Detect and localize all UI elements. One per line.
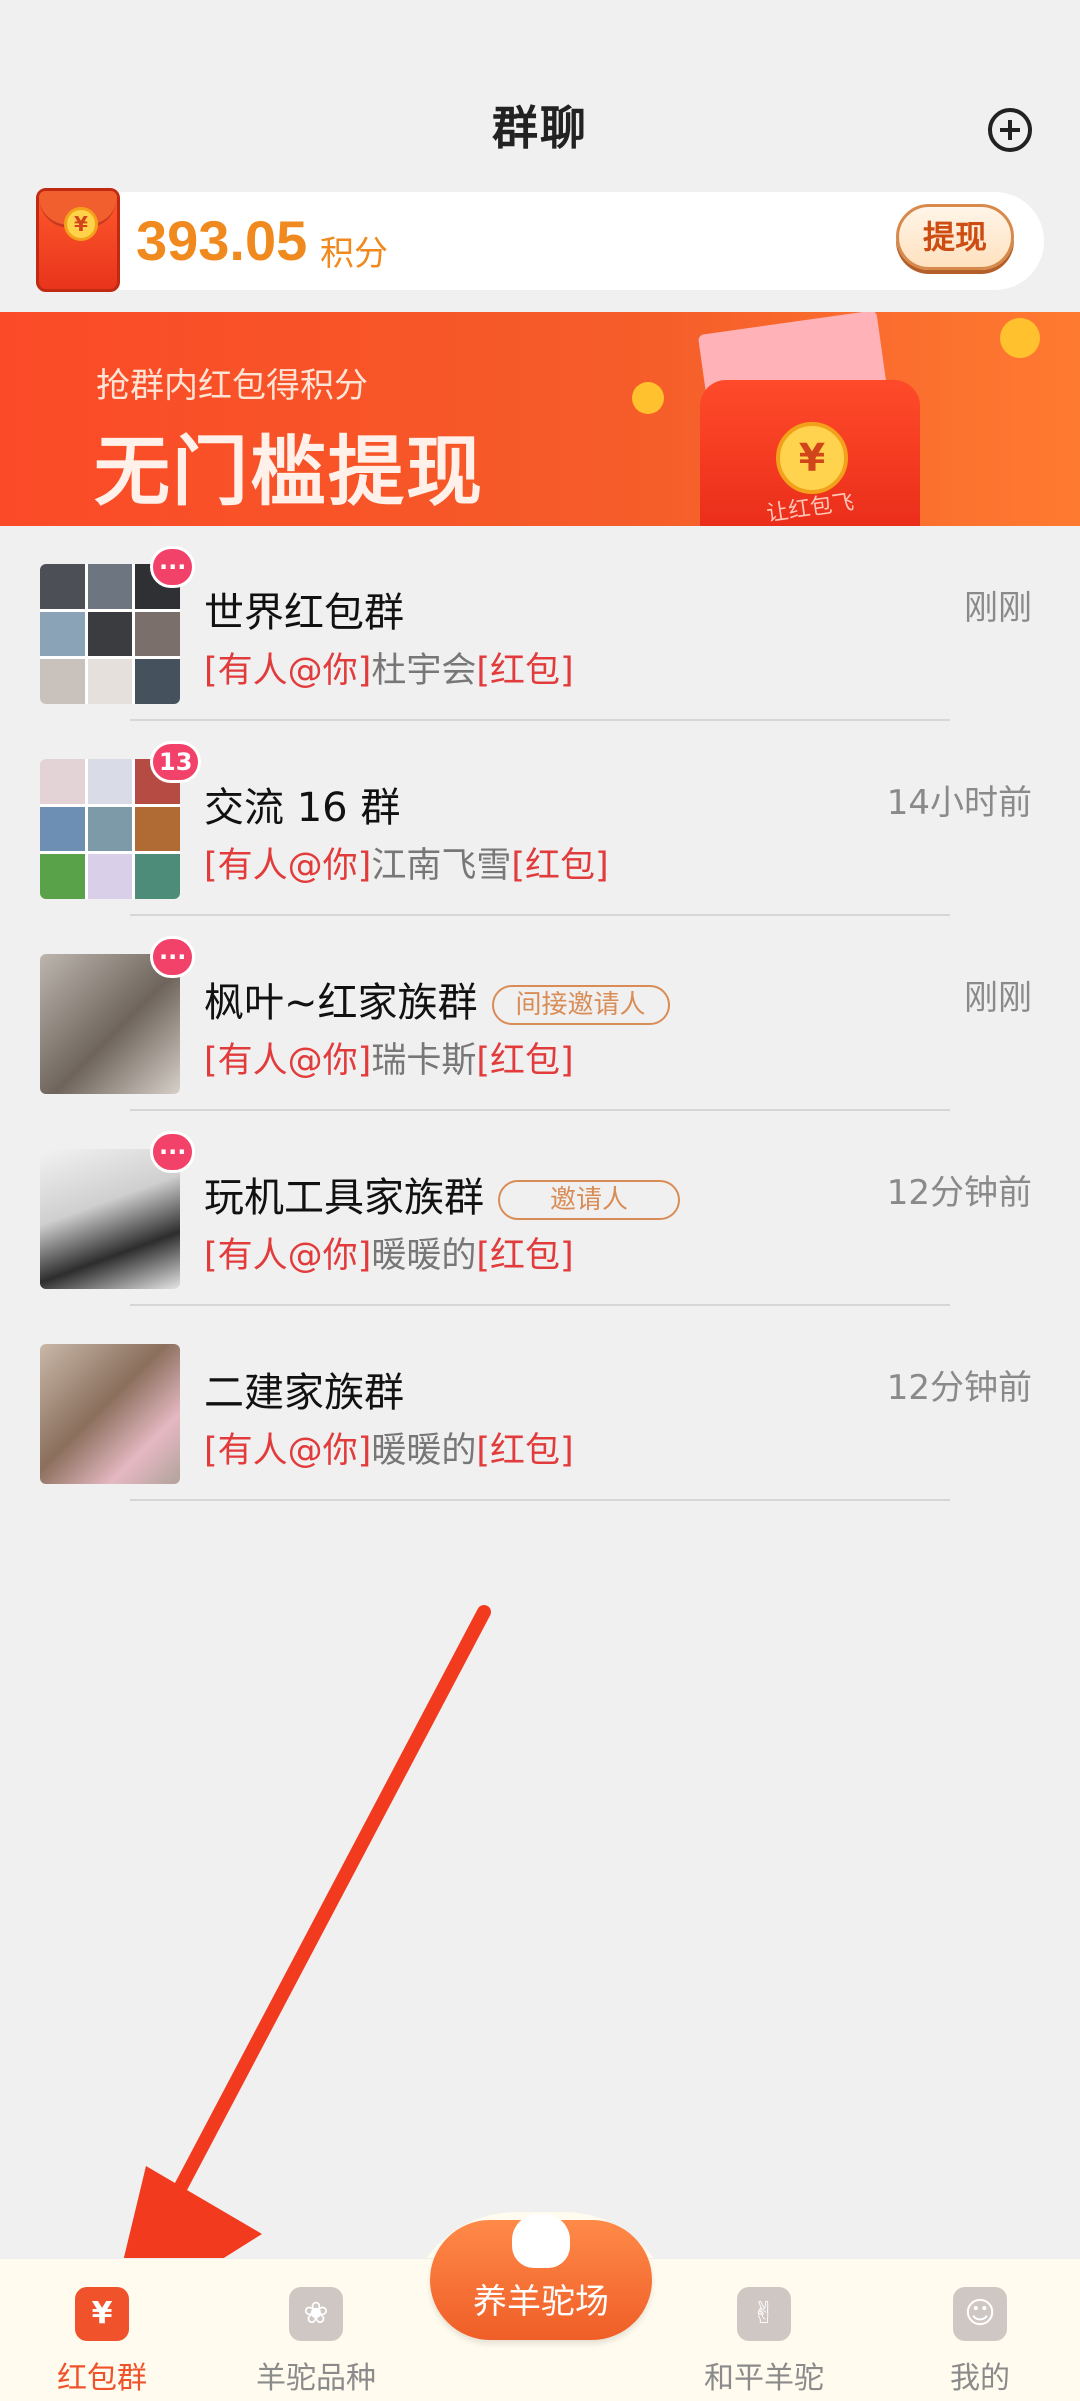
breeds-icon: ❀ [289, 2287, 343, 2341]
chat-row[interactable]: ··· 枫叶~红家族群 间接邀请人 刚刚 [有人@你]瑞卡斯[红包] [0, 916, 1080, 1111]
group-avatar [40, 564, 180, 704]
chat-time: 刚刚 [964, 978, 1032, 1018]
chat-time: 刚刚 [964, 588, 1032, 628]
promo-banner[interactable]: 抢群内红包得积分 无门槛提现 让红包飞 ¥ [0, 312, 1080, 526]
chat-time: 12分钟前 [886, 1368, 1032, 1408]
peace-hand-icon: ✌ [737, 2287, 791, 2341]
yuan-coin-icon: ¥ [776, 422, 848, 494]
group-avatar [40, 954, 180, 1094]
tab-red-envelope-group[interactable]: ¥ 红包群 [42, 2259, 162, 2401]
tab-breeds[interactable]: ❀ 羊驼品种 [246, 2259, 386, 2401]
alpaca-farm-button[interactable]: 养羊驼场 [430, 2214, 652, 2340]
banner-subtitle: 抢群内红包得积分 [96, 366, 368, 406]
chat-row[interactable]: 13 交流 16 群 14小时前 [有人@你]江南飞雪[红包] [0, 721, 1080, 916]
chat-row[interactable]: ··· 玩机工具家族群 邀请人 12分钟前 [有人@你]暖暖的[红包] [0, 1111, 1080, 1306]
unread-badge: ··· [150, 1131, 196, 1173]
points-value: 393.05 [136, 209, 308, 272]
tab-peace-alpaca[interactable]: ✌ 和平羊驼 [694, 2259, 834, 2401]
chat-name: 玩机工具家族群 邀请人 [204, 1165, 681, 1223]
unread-badge: ··· [150, 546, 196, 588]
chat-row[interactable]: ··· 世界红包群 刚刚 [有人@你]杜宇会[红包] [0, 526, 1080, 721]
chat-name: 枫叶~红家族群 间接邀请人 [204, 970, 670, 1028]
points-unit: 积分 [320, 234, 388, 274]
group-avatar [40, 1149, 180, 1289]
chat-preview: [有人@你]杜宇会[红包] [204, 651, 574, 691]
inviter-tag: 邀请人 [498, 1180, 681, 1220]
red-envelope-icon: ¥ [75, 2287, 129, 2341]
banner-headline: 无门槛提现 [94, 427, 484, 516]
withdraw-button[interactable]: 提现 [896, 204, 1014, 270]
add-icon[interactable] [988, 108, 1032, 152]
unread-badge: 13 [150, 741, 202, 783]
group-avatar [40, 759, 180, 899]
chat-preview: [有人@你]暖暖的[红包] [204, 1431, 574, 1471]
chat-name: 交流 16 群 [204, 785, 401, 831]
chat-name: 世界红包群 [204, 590, 404, 636]
inviter-tag: 间接邀请人 [491, 985, 670, 1025]
chat-list: ··· 世界红包群 刚刚 [有人@你]杜宇会[红包] 13 交流 16 群 14… [0, 526, 1080, 1501]
chat-time: 14小时前 [886, 783, 1032, 823]
unread-badge: ··· [150, 936, 196, 978]
alpaca-mascot-icon [512, 2214, 570, 2268]
profile-icon: ☺ [953, 2287, 1007, 2341]
chat-name: 二建家族群 [204, 1370, 404, 1416]
group-avatar [40, 1344, 180, 1484]
chat-row[interactable]: 二建家族群 12分钟前 [有人@你]暖暖的[红包] [0, 1306, 1080, 1501]
divider [130, 1499, 950, 1501]
chat-preview: [有人@你]江南飞雪[红包] [204, 846, 609, 886]
page-title: 群聊 [492, 101, 588, 155]
chat-preview: [有人@你]暖暖的[红包] [204, 1236, 574, 1276]
red-envelope-icon: ¥ [36, 188, 120, 292]
chat-time: 12分钟前 [886, 1173, 1032, 1213]
chat-preview: [有人@你]瑞卡斯[红包] [204, 1041, 574, 1081]
tab-profile[interactable]: ☺ 我的 [920, 2259, 1040, 2401]
header: 群聊 [0, 0, 1080, 190]
